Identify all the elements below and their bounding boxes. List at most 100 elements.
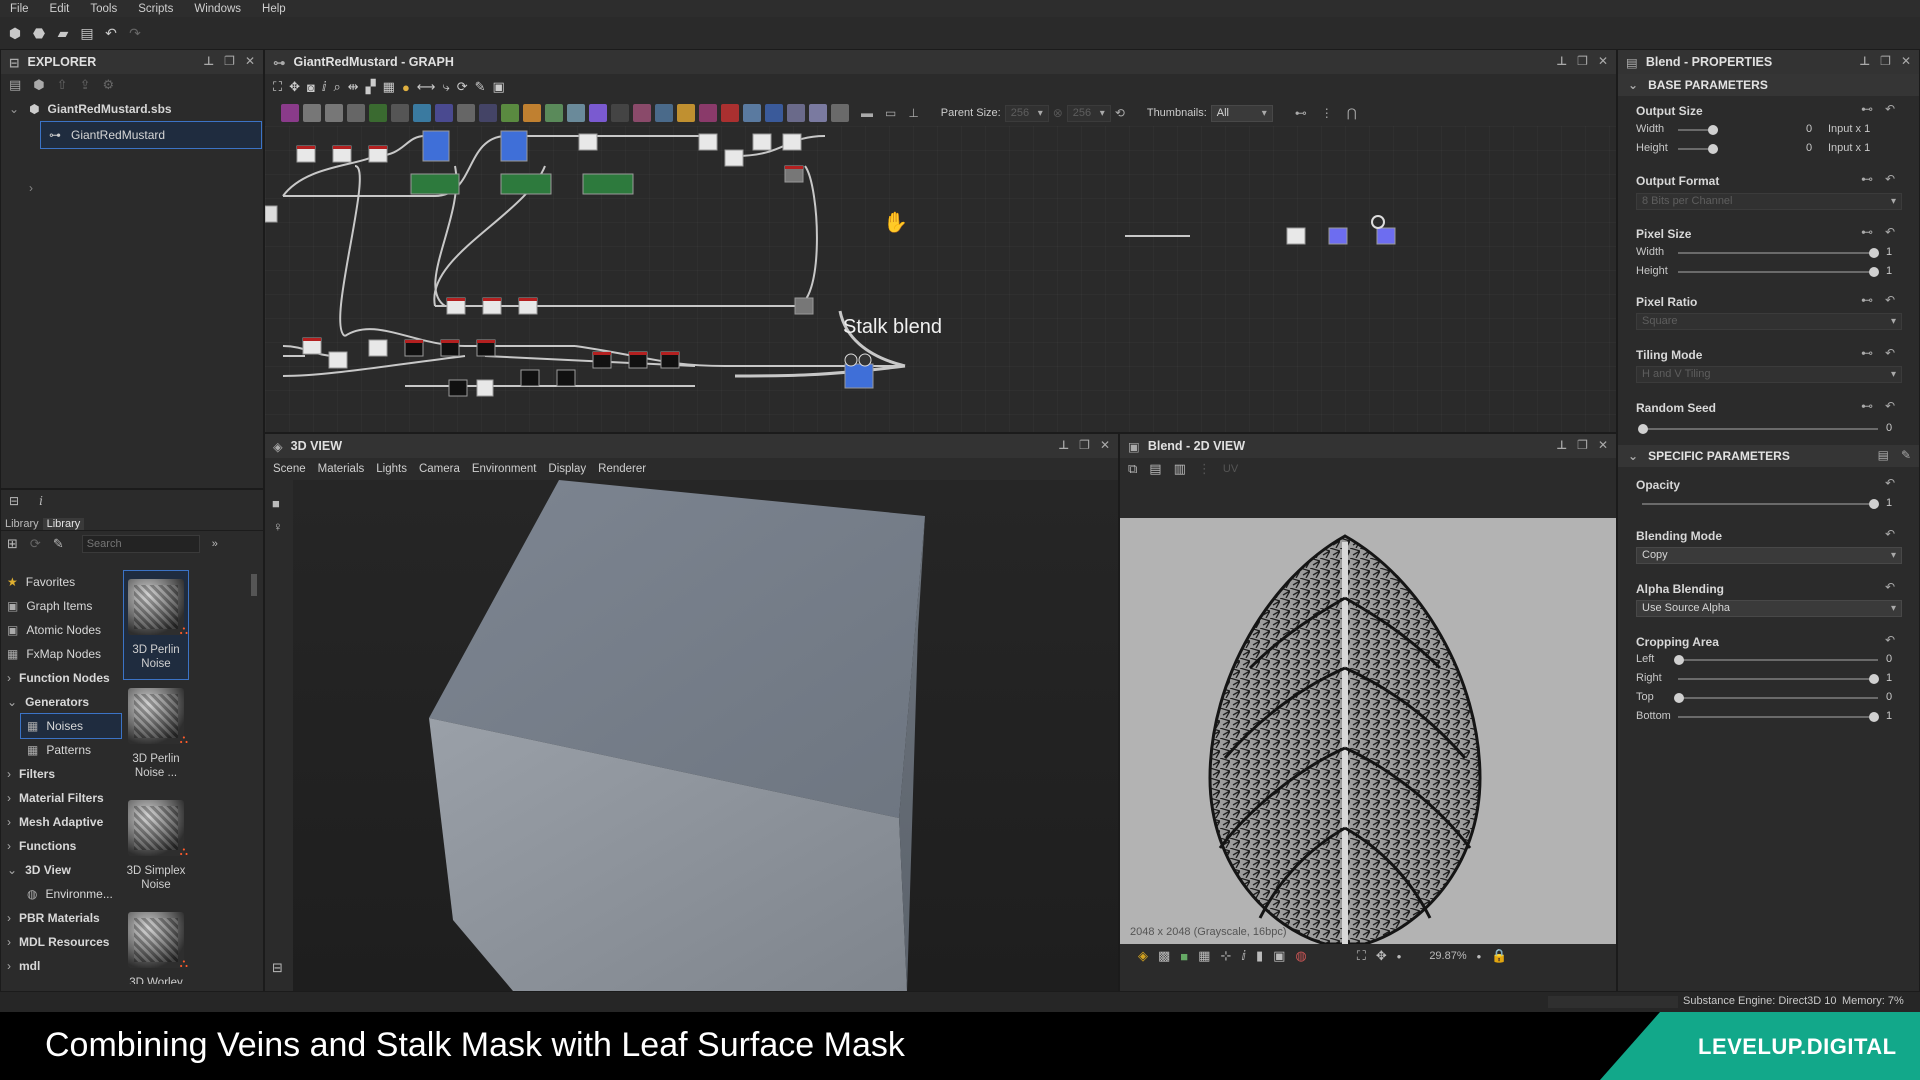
float-icon[interactable]: ❐ [1577,54,1588,68]
chevron-right-icon[interactable]: › [29,181,33,195]
opacity-value[interactable]: 1 [1886,497,1892,509]
grid-icon[interactable]: ▦ [1198,948,1210,964]
menu-scripts[interactable]: Scripts [138,3,173,15]
blending-mode-dropdown[interactable]: Copy [1636,547,1902,564]
frame-icon[interactable]: ⛶ [273,79,282,95]
atomic-node-icon[interactable] [347,104,365,122]
add-filter-icon[interactable]: ⊞ [7,536,18,552]
reset-icon[interactable]: ↶ [1885,633,1895,647]
refresh-icon[interactable]: ⟳ [30,536,41,552]
comment-stalk-blend[interactable]: Stalk blend [843,316,942,339]
edit-icon[interactable]: ✎ [53,536,64,552]
link-icon[interactable]: ⊷ [1861,293,1873,307]
parent-size-dropdown-2[interactable]: 256 [1066,104,1111,122]
library-category-mesh-adaptive[interactable]: › Mesh Adaptive [1,810,121,834]
rotate-icon[interactable]: ⟳ [457,79,468,95]
library-category-material-filters[interactable]: › Material Filters [1,786,121,810]
tree-icon[interactable]: ⊟ [272,960,283,976]
atomic-node-icon[interactable] [281,104,299,122]
pin-icon[interactable]: ⊥ [1556,438,1567,452]
histogram-icon[interactable]: ▮ [1256,948,1263,964]
atomic-node-icon[interactable] [567,104,585,122]
library-category-3d-view[interactable]: ⌄ 3D View [1,858,121,882]
zoom-icon[interactable]: ⌕ [333,79,340,95]
library-category-graph-items[interactable]: ▣ Graph Items [1,594,121,618]
grid-icon[interactable]: ▦ [383,79,395,95]
menu-renderer[interactable]: Renderer [598,463,646,475]
atomic-node-icon[interactable] [655,104,673,122]
pin-node-icon[interactable]: ⊥ [908,106,918,120]
atomic-node-icon[interactable] [633,104,651,122]
frame-node-icon[interactable]: ▭ [885,106,896,120]
redo-icon[interactable]: ↷ [126,24,144,42]
reset-icon[interactable]: ↶ [1885,399,1895,413]
library-category-pbr-materials[interactable]: › PBR Materials [1,906,121,930]
menu-help[interactable]: Help [262,3,286,15]
color-picker-icon[interactable]: ◍ [1295,948,1306,964]
tiling-icon[interactable]: ⊹ [1220,948,1231,964]
atomic-node-icon[interactable] [699,104,717,122]
tree-icon[interactable]: ⊟ [9,494,19,508]
atomic-node-icon[interactable] [611,104,629,122]
menu-environment[interactable]: Environment [472,463,537,475]
edit-icon[interactable]: ✎ [1901,448,1911,462]
3d-viewport[interactable] [293,480,1118,991]
dot-icon[interactable]: • [1397,949,1402,964]
reset-icon[interactable]: ↶ [1885,580,1895,594]
library-category-mdl[interactable]: › mdl [1,954,121,978]
specific-parameters-section[interactable]: ⌄ SPECIFIC PARAMETERS ▤ ✎ [1618,445,1919,467]
alpha-blending-dropdown[interactable]: Use Source Alpha [1636,600,1902,617]
copy-icon[interactable]: ⧉ [1128,461,1137,477]
new-package-icon[interactable]: ⬢ [33,77,44,93]
uv-dropdown[interactable]: UV [1223,463,1238,475]
atomic-node-icon[interactable] [325,104,343,122]
library-category-fxmap-nodes[interactable]: ▦ FxMap Nodes [1,642,121,666]
library-category-patterns[interactable]: ▦ Patterns [1,738,121,762]
atomic-node-icon[interactable] [721,104,739,122]
library-search-input[interactable] [81,534,200,553]
picture-icon[interactable]: ▣ [1273,948,1285,964]
dot-icon[interactable]: • [1477,949,1482,964]
tool-icon[interactable]: ✎ [475,79,486,95]
pixel-height-value[interactable]: 1 [1886,265,1892,277]
close-icon[interactable]: ✕ [1598,438,1608,452]
expand-icon[interactable]: » [212,538,218,550]
export-icon[interactable]: ⇪ [80,77,91,93]
menu-tools[interactable]: Tools [90,3,117,15]
layout-icon[interactable]: ▞ [366,79,376,95]
library-category-favorites[interactable]: ★ Favorites [1,570,121,594]
atomic-node-icon[interactable] [787,104,805,122]
2d-viewport[interactable]: 2048 x 2048 (Grayscale, 16bpc) [1120,518,1616,944]
atomic-node-icon[interactable] [743,104,761,122]
undo-icon[interactable]: ↶ [102,24,120,42]
graph-item-row[interactable]: ⊶ GiantRedMustard [40,121,262,149]
library-category-mdl-resources[interactable]: › MDL Resources [1,930,121,954]
reset-icon[interactable]: ↶ [1885,476,1895,490]
settings-icon[interactable]: ⚙ [102,77,114,93]
atomic-node-icon[interactable] [545,104,563,122]
tab-library-2[interactable]: Library [42,518,85,530]
menu-scene[interactable]: Scene [273,463,306,475]
clipboard-icon[interactable]: ▥ [1174,461,1186,477]
atomic-node-icon[interactable] [413,104,431,122]
library-category-environme[interactable]: ◍ Environme... [1,882,121,906]
python-icon[interactable]: ● [402,80,410,95]
new-graph-icon[interactable]: ⬣ [30,24,48,42]
save-icon[interactable]: ▤ [9,77,21,93]
thumb-3d-simplex-noise[interactable]: ⛬ 3D Simplex Noise [123,792,189,904]
atomic-node-icon[interactable] [831,104,849,122]
checker-icon[interactable]: ▩ [1158,948,1170,964]
atomic-node-icon[interactable] [303,104,321,122]
node-graph[interactable] [265,126,1616,432]
output-width-mode[interactable]: Input x 1 [1828,123,1870,135]
hierarchy-icon[interactable]: ⋮ [1321,106,1333,120]
random-seed-value[interactable]: 0 [1886,422,1892,434]
atomic-node-icon[interactable] [589,104,607,122]
connect-icon[interactable]: ⊷ [1295,106,1307,120]
thumbnails-dropdown[interactable]: All [1210,104,1273,122]
menu-lights[interactable]: Lights [376,463,407,475]
atomic-node-icon[interactable] [677,104,695,122]
info-icon[interactable]: ⅈ [1241,948,1246,964]
align-icon[interactable]: ⇹ [348,79,359,95]
rgb-icon[interactable]: ■ [1180,949,1188,964]
